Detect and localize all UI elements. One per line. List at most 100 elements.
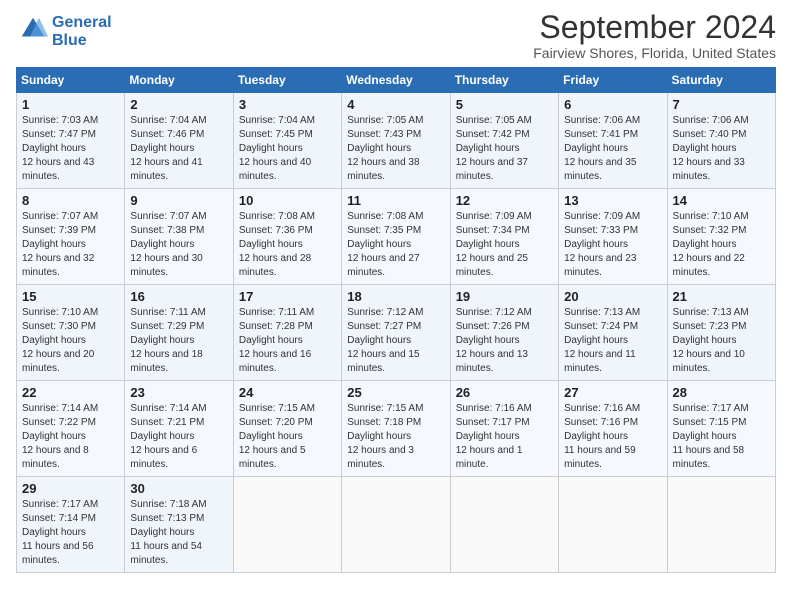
header: General Blue September 2024 Fairview Sho… xyxy=(16,10,776,61)
day-number: 4 xyxy=(347,97,444,112)
calendar-week-row: 8 Sunrise: 7:07 AM Sunset: 7:39 PM Dayli… xyxy=(17,189,776,285)
calendar-subtitle: Fairview Shores, Florida, United States xyxy=(533,45,776,61)
calendar-day-cell: 19 Sunrise: 7:12 AM Sunset: 7:26 PM Dayl… xyxy=(450,285,558,381)
day-number: 22 xyxy=(22,385,119,400)
calendar-day-cell: 16 Sunrise: 7:11 AM Sunset: 7:29 PM Dayl… xyxy=(125,285,233,381)
day-info: Sunrise: 7:16 AM Sunset: 7:17 PM Dayligh… xyxy=(456,402,553,472)
day-info: Sunrise: 7:15 AM Sunset: 7:20 PM Dayligh… xyxy=(239,402,336,472)
day-info: Sunrise: 7:12 AM Sunset: 7:27 PM Dayligh… xyxy=(347,306,444,376)
day-number: 21 xyxy=(673,289,770,304)
calendar-table: Sunday Monday Tuesday Wednesday Thursday… xyxy=(16,67,776,573)
day-number: 6 xyxy=(564,97,661,112)
day-number: 20 xyxy=(564,289,661,304)
calendar-day-cell xyxy=(559,477,667,573)
day-info: Sunrise: 7:17 AM Sunset: 7:14 PM Dayligh… xyxy=(22,498,119,568)
calendar-day-cell: 7 Sunrise: 7:06 AM Sunset: 7:40 PM Dayli… xyxy=(667,93,775,189)
calendar-day-cell: 17 Sunrise: 7:11 AM Sunset: 7:28 PM Dayl… xyxy=(233,285,341,381)
calendar-day-cell: 6 Sunrise: 7:06 AM Sunset: 7:41 PM Dayli… xyxy=(559,93,667,189)
header-friday: Friday xyxy=(559,68,667,93)
header-tuesday: Tuesday xyxy=(233,68,341,93)
day-number: 14 xyxy=(673,193,770,208)
day-info: Sunrise: 7:13 AM Sunset: 7:24 PM Dayligh… xyxy=(564,306,661,376)
title-block: September 2024 Fairview Shores, Florida,… xyxy=(533,10,776,61)
calendar-title: September 2024 xyxy=(533,10,776,45)
calendar-day-cell: 5 Sunrise: 7:05 AM Sunset: 7:42 PM Dayli… xyxy=(450,93,558,189)
calendar-day-cell: 15 Sunrise: 7:10 AM Sunset: 7:30 PM Dayl… xyxy=(17,285,125,381)
day-info: Sunrise: 7:12 AM Sunset: 7:26 PM Dayligh… xyxy=(456,306,553,376)
calendar-day-cell: 10 Sunrise: 7:08 AM Sunset: 7:36 PM Dayl… xyxy=(233,189,341,285)
day-number: 11 xyxy=(347,193,444,208)
page: General Blue September 2024 Fairview Sho… xyxy=(0,0,792,612)
day-number: 9 xyxy=(130,193,227,208)
day-info: Sunrise: 7:11 AM Sunset: 7:29 PM Dayligh… xyxy=(130,306,227,376)
calendar-week-row: 29 Sunrise: 7:17 AM Sunset: 7:14 PM Dayl… xyxy=(17,477,776,573)
logo-icon xyxy=(18,14,48,44)
day-number: 1 xyxy=(22,97,119,112)
calendar-day-cell: 14 Sunrise: 7:10 AM Sunset: 7:32 PM Dayl… xyxy=(667,189,775,285)
day-number: 10 xyxy=(239,193,336,208)
day-number: 19 xyxy=(456,289,553,304)
day-info: Sunrise: 7:03 AM Sunset: 7:47 PM Dayligh… xyxy=(22,114,119,184)
day-number: 8 xyxy=(22,193,119,208)
calendar-day-cell: 12 Sunrise: 7:09 AM Sunset: 7:34 PM Dayl… xyxy=(450,189,558,285)
logo-text-line2: Blue xyxy=(52,32,112,50)
calendar-day-cell: 1 Sunrise: 7:03 AM Sunset: 7:47 PM Dayli… xyxy=(17,93,125,189)
calendar-day-cell: 28 Sunrise: 7:17 AM Sunset: 7:15 PM Dayl… xyxy=(667,381,775,477)
day-number: 5 xyxy=(456,97,553,112)
header-monday: Monday xyxy=(125,68,233,93)
day-info: Sunrise: 7:10 AM Sunset: 7:30 PM Dayligh… xyxy=(22,306,119,376)
day-info: Sunrise: 7:15 AM Sunset: 7:18 PM Dayligh… xyxy=(347,402,444,472)
calendar-day-cell: 26 Sunrise: 7:16 AM Sunset: 7:17 PM Dayl… xyxy=(450,381,558,477)
day-number: 12 xyxy=(456,193,553,208)
header-wednesday: Wednesday xyxy=(342,68,450,93)
calendar-day-cell: 9 Sunrise: 7:07 AM Sunset: 7:38 PM Dayli… xyxy=(125,189,233,285)
day-info: Sunrise: 7:05 AM Sunset: 7:42 PM Dayligh… xyxy=(456,114,553,184)
day-info: Sunrise: 7:08 AM Sunset: 7:36 PM Dayligh… xyxy=(239,210,336,280)
logo-text-line1: General xyxy=(52,14,112,32)
day-info: Sunrise: 7:17 AM Sunset: 7:15 PM Dayligh… xyxy=(673,402,770,472)
day-number: 27 xyxy=(564,385,661,400)
calendar-day-cell: 11 Sunrise: 7:08 AM Sunset: 7:35 PM Dayl… xyxy=(342,189,450,285)
day-number: 24 xyxy=(239,385,336,400)
day-info: Sunrise: 7:09 AM Sunset: 7:34 PM Dayligh… xyxy=(456,210,553,280)
calendar-day-cell: 23 Sunrise: 7:14 AM Sunset: 7:21 PM Dayl… xyxy=(125,381,233,477)
day-number: 26 xyxy=(456,385,553,400)
day-number: 23 xyxy=(130,385,227,400)
day-info: Sunrise: 7:07 AM Sunset: 7:39 PM Dayligh… xyxy=(22,210,119,280)
calendar-day-cell xyxy=(233,477,341,573)
day-info: Sunrise: 7:06 AM Sunset: 7:40 PM Dayligh… xyxy=(673,114,770,184)
day-number: 18 xyxy=(347,289,444,304)
header-thursday: Thursday xyxy=(450,68,558,93)
calendar-day-cell: 2 Sunrise: 7:04 AM Sunset: 7:46 PM Dayli… xyxy=(125,93,233,189)
day-number: 13 xyxy=(564,193,661,208)
day-info: Sunrise: 7:14 AM Sunset: 7:21 PM Dayligh… xyxy=(130,402,227,472)
calendar-day-cell: 22 Sunrise: 7:14 AM Sunset: 7:22 PM Dayl… xyxy=(17,381,125,477)
header-saturday: Saturday xyxy=(667,68,775,93)
day-info: Sunrise: 7:08 AM Sunset: 7:35 PM Dayligh… xyxy=(347,210,444,280)
day-number: 28 xyxy=(673,385,770,400)
day-info: Sunrise: 7:04 AM Sunset: 7:46 PM Dayligh… xyxy=(130,114,227,184)
calendar-day-cell: 13 Sunrise: 7:09 AM Sunset: 7:33 PM Dayl… xyxy=(559,189,667,285)
day-number: 16 xyxy=(130,289,227,304)
calendar-day-cell xyxy=(667,477,775,573)
day-info: Sunrise: 7:05 AM Sunset: 7:43 PM Dayligh… xyxy=(347,114,444,184)
day-number: 25 xyxy=(347,385,444,400)
calendar-day-cell: 25 Sunrise: 7:15 AM Sunset: 7:18 PM Dayl… xyxy=(342,381,450,477)
calendar-day-cell: 21 Sunrise: 7:13 AM Sunset: 7:23 PM Dayl… xyxy=(667,285,775,381)
calendar-day-cell: 18 Sunrise: 7:12 AM Sunset: 7:27 PM Dayl… xyxy=(342,285,450,381)
day-number: 2 xyxy=(130,97,227,112)
logo: General Blue xyxy=(16,14,112,49)
day-number: 3 xyxy=(239,97,336,112)
calendar-day-cell: 20 Sunrise: 7:13 AM Sunset: 7:24 PM Dayl… xyxy=(559,285,667,381)
day-number: 29 xyxy=(22,481,119,496)
day-number: 15 xyxy=(22,289,119,304)
calendar-week-row: 22 Sunrise: 7:14 AM Sunset: 7:22 PM Dayl… xyxy=(17,381,776,477)
calendar-day-cell: 29 Sunrise: 7:17 AM Sunset: 7:14 PM Dayl… xyxy=(17,477,125,573)
calendar-day-cell xyxy=(450,477,558,573)
calendar-week-row: 1 Sunrise: 7:03 AM Sunset: 7:47 PM Dayli… xyxy=(17,93,776,189)
calendar-day-cell: 4 Sunrise: 7:05 AM Sunset: 7:43 PM Dayli… xyxy=(342,93,450,189)
day-number: 17 xyxy=(239,289,336,304)
day-info: Sunrise: 7:11 AM Sunset: 7:28 PM Dayligh… xyxy=(239,306,336,376)
day-info: Sunrise: 7:07 AM Sunset: 7:38 PM Dayligh… xyxy=(130,210,227,280)
day-info: Sunrise: 7:06 AM Sunset: 7:41 PM Dayligh… xyxy=(564,114,661,184)
